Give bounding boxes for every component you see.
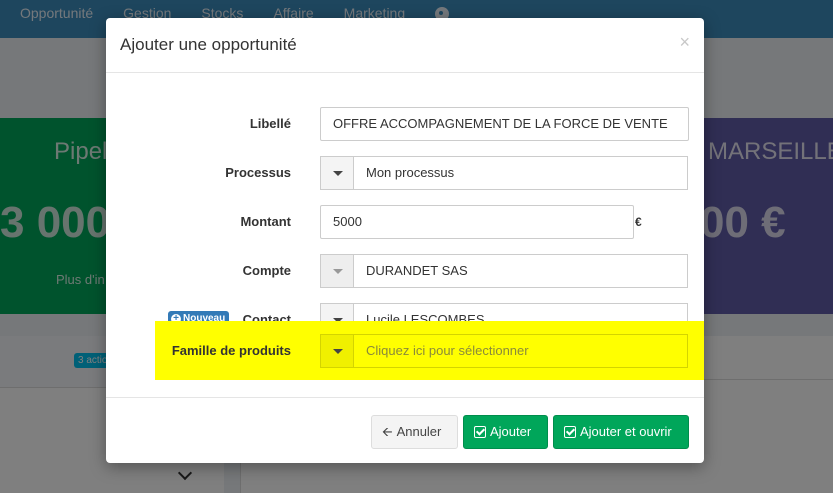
cancel-label: Annuler — [396, 424, 442, 439]
famille-select[interactable]: Cliquez ici pour sélectionner — [320, 334, 688, 368]
form-row-famille: Famille de produits Cliquez ici pour sél… — [106, 334, 704, 368]
close-icon[interactable]: × — [679, 32, 690, 53]
add-button[interactable]: Ajouter — [463, 415, 548, 449]
compte-label: Compte — [242, 263, 291, 278]
famille-label: Famille de produits — [171, 343, 291, 358]
libelle-input[interactable]: OFFRE ACCOMPAGNEMENT DE LA FORCE DE VENT… — [320, 107, 689, 141]
montant-label: Montant — [240, 214, 291, 229]
add-label: Ajouter — [490, 424, 532, 439]
libelle-label: Libellé — [249, 116, 291, 131]
compte-value: DURANDET SAS — [366, 263, 468, 278]
form-row-processus: Processus Mon processus — [106, 156, 704, 190]
processus-label: Processus — [225, 165, 291, 180]
currency-unit: € — [635, 215, 642, 229]
modal-header: Ajouter une opportunité × — [106, 18, 704, 73]
famille-dropdown-button[interactable] — [321, 335, 354, 367]
famille-highlight: Famille de produits Cliquez ici pour sél… — [155, 321, 704, 380]
modal-body: Libellé OFFRE ACCOMPAGNEMENT DE LA FORCE… — [106, 74, 704, 396]
caret-down-icon — [333, 269, 343, 274]
modal-title: Ajouter une opportunité — [120, 35, 297, 54]
famille-placeholder: Cliquez ici pour sélectionner — [366, 343, 529, 358]
add-open-label: Ajouter et ouvrir — [580, 424, 672, 439]
montant-input[interactable]: 5000 — [320, 205, 634, 239]
check-square-icon — [474, 426, 486, 438]
processus-dropdown-button[interactable] — [321, 157, 354, 189]
compte-dropdown-button[interactable] — [321, 255, 354, 287]
modal-footer: 🡨 Annuler Ajouter Ajouter et ouvrir — [106, 397, 704, 463]
form-row-montant: Montant 5000 € — [106, 205, 704, 239]
processus-select[interactable]: Mon processus — [320, 156, 688, 190]
arrow-left-icon: 🡨 — [382, 424, 393, 439]
processus-value: Mon processus — [366, 165, 455, 180]
check-square-icon — [564, 426, 576, 438]
caret-down-icon — [333, 349, 343, 354]
add-and-open-button[interactable]: Ajouter et ouvrir — [553, 415, 689, 449]
add-opportunity-modal: Ajouter une opportunité × Libellé OFFRE … — [106, 18, 704, 463]
form-row-compte: Compte DURANDET SAS — [106, 254, 704, 288]
form-row-libelle: Libellé OFFRE ACCOMPAGNEMENT DE LA FORCE… — [106, 107, 704, 141]
caret-down-icon — [333, 171, 343, 176]
cancel-button[interactable]: 🡨 Annuler — [371, 415, 458, 449]
compte-select[interactable]: DURANDET SAS — [320, 254, 688, 288]
